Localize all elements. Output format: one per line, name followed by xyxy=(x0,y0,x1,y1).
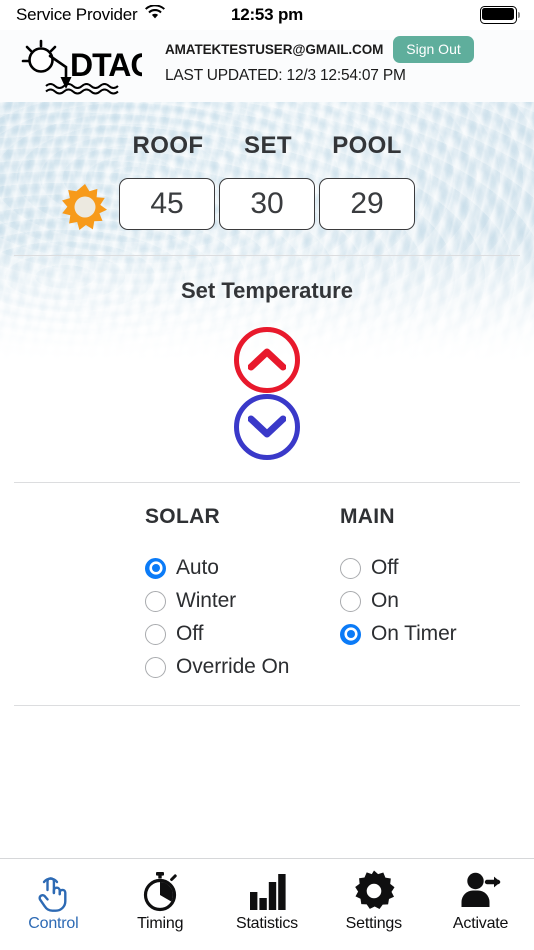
solar-title: SOLAR xyxy=(145,505,220,528)
user-arrow-icon xyxy=(459,868,503,914)
solar-option-winter[interactable]: Winter xyxy=(145,589,289,613)
radio-icon-selected xyxy=(145,557,166,579)
pool-temperature-value: 29 xyxy=(319,178,415,230)
solar-group: SOLAR Auto Winter Off Override On xyxy=(145,505,289,688)
app-header: DTAC AMATEKTESTUSER@GMAIL.COM Sign Out L… xyxy=(0,30,534,102)
bar-chart-icon xyxy=(247,868,287,914)
sun-icon xyxy=(62,184,108,230)
bottom-tab-bar: Control Timing Statistics Settings Activ… xyxy=(0,858,534,950)
status-bar-time: 12:53 pm xyxy=(230,5,304,24)
radio-icon xyxy=(145,623,166,645)
tab-label-timing: Timing xyxy=(137,915,184,932)
radio-icon xyxy=(145,590,166,612)
solar-option-override-on[interactable]: Override On xyxy=(145,655,289,679)
tab-activate[interactable]: Activate xyxy=(427,859,534,950)
solar-option-label: Off xyxy=(176,622,204,645)
set-label: SET xyxy=(244,132,292,159)
tab-label-control: Control xyxy=(28,915,79,932)
main-option-label: On Timer xyxy=(371,622,457,645)
header-account-block: AMATEKTESTUSER@GMAIL.COM Sign Out LAST U… xyxy=(165,36,525,85)
roof-label: ROOF xyxy=(132,132,204,159)
tab-label-settings: Settings xyxy=(345,915,402,932)
main-title: MAIN xyxy=(340,505,395,528)
tab-control[interactable]: Control xyxy=(0,859,107,950)
tab-timing[interactable]: Timing xyxy=(107,859,214,950)
radio-icon-selected xyxy=(340,623,361,645)
main-group: MAIN Off On On Timer xyxy=(340,505,457,655)
main-option-label: Off xyxy=(371,556,399,579)
temperature-labels: ROOF SET POOL xyxy=(0,132,534,178)
roof-temperature-value: 45 xyxy=(119,178,215,230)
account-email: AMATEKTESTUSER@GMAIL.COM xyxy=(165,42,384,57)
tap-hand-icon xyxy=(33,868,73,914)
status-bar: Service Provider 12:53 pm xyxy=(0,0,534,30)
gear-icon xyxy=(353,868,395,914)
solar-option-off[interactable]: Off xyxy=(145,622,289,646)
app-screen: Service Provider 12:53 pm DTAC AMATEKTES… xyxy=(0,0,534,950)
chevron-up-icon xyxy=(247,347,287,374)
radio-icon xyxy=(340,557,361,579)
tab-label-statistics: Statistics xyxy=(235,915,298,932)
last-updated-label: LAST UPDATED: 12/3 12:54:07 PM xyxy=(165,67,406,84)
chevron-down-icon xyxy=(247,414,287,441)
main-option-on[interactable]: On xyxy=(340,589,457,613)
solar-option-label: Override On xyxy=(176,655,290,678)
tab-label-activate: Activate xyxy=(452,915,509,932)
svg-text:DTAC: DTAC xyxy=(70,47,142,83)
divider-middle xyxy=(14,482,520,483)
radio-icon xyxy=(340,590,361,612)
solar-option-auto[interactable]: Auto xyxy=(145,556,289,580)
set-temperature-title: Set Temperature xyxy=(181,278,353,303)
main-option-on-timer[interactable]: On Timer xyxy=(340,622,457,646)
battery-full-icon xyxy=(480,6,520,24)
set-temperature-value: 30 xyxy=(219,178,315,230)
solar-option-label: Winter xyxy=(176,589,237,612)
radio-icon xyxy=(145,656,166,678)
temperature-up-button[interactable] xyxy=(234,327,300,393)
main-option-off[interactable]: Off xyxy=(340,556,457,580)
status-bar-right xyxy=(480,6,520,24)
divider-bottom xyxy=(14,705,520,706)
sign-out-button[interactable]: Sign Out xyxy=(393,36,474,63)
main-option-label: On xyxy=(371,589,399,612)
pool-label: POOL xyxy=(332,132,402,159)
temperature-section: ROOF SET POOL 45 30 29 xyxy=(0,102,534,238)
temperature-down-button[interactable] xyxy=(234,394,300,460)
dtac-sun-water-logo: DTAC xyxy=(14,34,154,96)
temperature-values-row: 45 30 29 xyxy=(0,178,534,238)
solar-option-label: Auto xyxy=(176,556,219,579)
tab-settings[interactable]: Settings xyxy=(320,859,427,950)
divider-top xyxy=(14,255,520,256)
stopwatch-icon xyxy=(140,868,180,914)
tab-statistics[interactable]: Statistics xyxy=(214,859,321,950)
